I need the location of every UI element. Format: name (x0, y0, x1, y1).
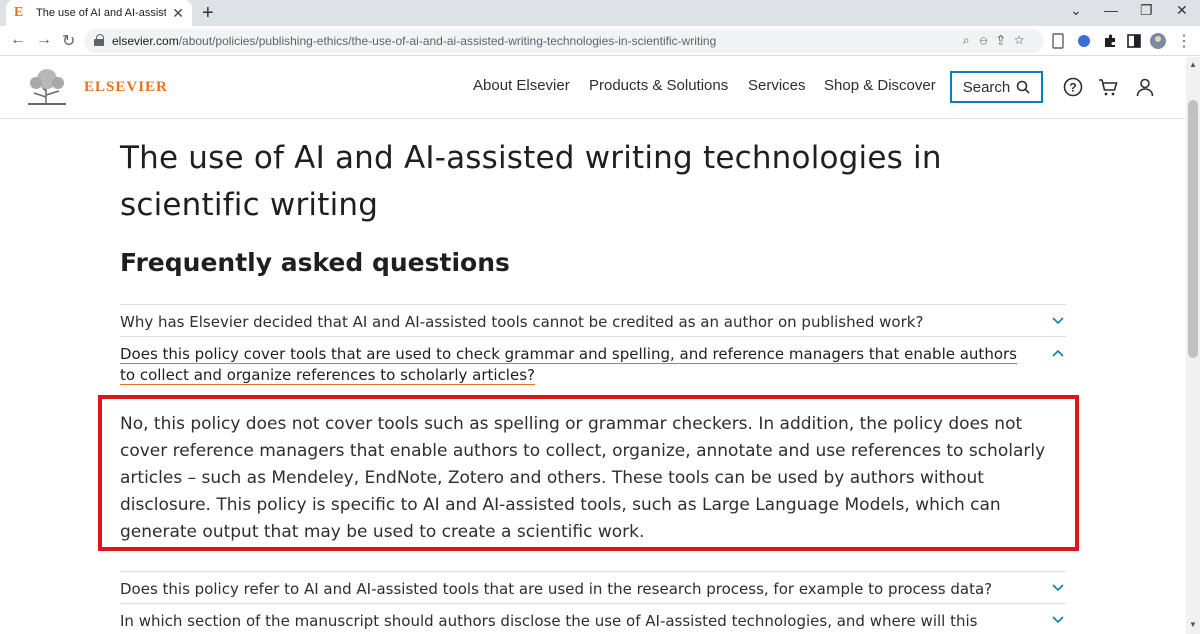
faq-item[interactable]: In which section of the manuscript shoul… (120, 603, 1066, 634)
nav-services[interactable]: Services (748, 77, 806, 94)
faq-heading: Frequently asked questions (120, 248, 510, 277)
faq-answer: No, this policy does not cover tools suc… (120, 414, 1046, 542)
browser-toolbar: ← → ↻ elsevier.com/about/policies/publis… (0, 26, 1200, 56)
browser-tabbar: E The use of AI and AI-assisted wri ✕ + … (0, 0, 1200, 26)
elsevier-favicon-icon: E (14, 5, 24, 20)
close-tab-icon[interactable]: ✕ (172, 5, 184, 22)
faq-item[interactable]: Does this policy refer to AI and AI-assi… (120, 571, 1066, 603)
site-header: ELSEVIER About Elsevier Products & Solut… (0, 57, 1186, 119)
nav-about-elsevier[interactable]: About Elsevier (473, 77, 570, 94)
zoom-icon[interactable]: ⊖ (980, 33, 998, 47)
faq-item-expanded[interactable]: Does this policy cover tools that are us… (120, 336, 1066, 391)
chevron-down-icon[interactable] (1052, 584, 1064, 592)
forward-icon[interactable]: → (36, 31, 52, 49)
back-icon[interactable]: ← (10, 31, 26, 49)
restore-icon[interactable]: ❐ (1140, 2, 1153, 19)
search-icon (1016, 80, 1030, 94)
scroll-down-icon[interactable]: ▼ (1189, 620, 1197, 629)
page-title: The use of AI and AI-assisted writing te… (120, 140, 942, 223)
new-tab-icon[interactable]: + (202, 2, 214, 25)
svg-text:?: ? (1069, 81, 1076, 95)
url-text: elsevier.com/about/policies/publishing-e… (112, 34, 717, 48)
browser-menu-icon[interactable]: ⋮ (1176, 31, 1192, 51)
faq-question[interactable]: In which section of the manuscript shoul… (120, 611, 1030, 634)
extension-circle-icon[interactable] (1076, 33, 1092, 49)
browser-tab[interactable]: E The use of AI and AI-assisted wri ✕ (6, 0, 192, 26)
elsevier-wordmark[interactable]: ELSEVIER (84, 79, 168, 96)
elsevier-tree-logo-icon[interactable] (26, 67, 68, 107)
chevron-down-icon[interactable] (1052, 317, 1064, 325)
tab-title: The use of AI and AI-assisted wri (36, 7, 166, 19)
faq-question[interactable]: Does this policy refer to AI and AI-assi… (120, 579, 1030, 600)
bookmark-star-icon[interactable]: ☆ (1014, 33, 1034, 47)
extensions-puzzle-icon[interactable] (1102, 33, 1118, 49)
share-icon[interactable]: ⇪ (997, 33, 1014, 47)
tab-search-chevron-icon[interactable]: ⌄ (1070, 2, 1082, 19)
side-panel-icon[interactable] (1126, 33, 1142, 49)
omnibox-actions: ⌕⊖⇪☆ (963, 33, 1034, 48)
page-icon[interactable] (1050, 33, 1066, 49)
user-account-icon[interactable] (1135, 77, 1155, 97)
address-bar[interactable]: elsevier.com/about/policies/publishing-e… (84, 29, 1044, 53)
search-icon[interactable]: ⌕ (963, 33, 980, 47)
minimize-icon[interactable]: — (1104, 2, 1118, 18)
help-icon[interactable]: ? (1063, 77, 1083, 97)
nav-shop-discover[interactable]: Shop & Discover (824, 77, 936, 94)
chevron-up-icon[interactable] (1052, 349, 1064, 357)
search-button-label: Search (962, 78, 1011, 96)
faq-question[interactable]: Why has Elsevier decided that AI and AI-… (120, 312, 1030, 333)
profile-avatar-icon[interactable] (1150, 33, 1166, 49)
nav-products-solutions[interactable]: Products & Solutions (589, 77, 728, 94)
search-button[interactable]: Search (950, 71, 1043, 103)
faq-item[interactable]: Why has Elsevier decided that AI and AI-… (120, 304, 1066, 336)
lock-icon[interactable] (94, 34, 104, 46)
scrollbar-thumb[interactable] (1188, 100, 1198, 358)
cart-icon[interactable] (1098, 77, 1118, 97)
scroll-up-icon[interactable]: ▲ (1189, 60, 1197, 69)
reload-icon[interactable]: ↻ (62, 31, 75, 51)
faq-question[interactable]: Does this policy cover tools that are us… (120, 344, 1030, 386)
close-window-icon[interactable]: ✕ (1176, 2, 1188, 19)
chevron-down-icon[interactable] (1052, 616, 1064, 624)
